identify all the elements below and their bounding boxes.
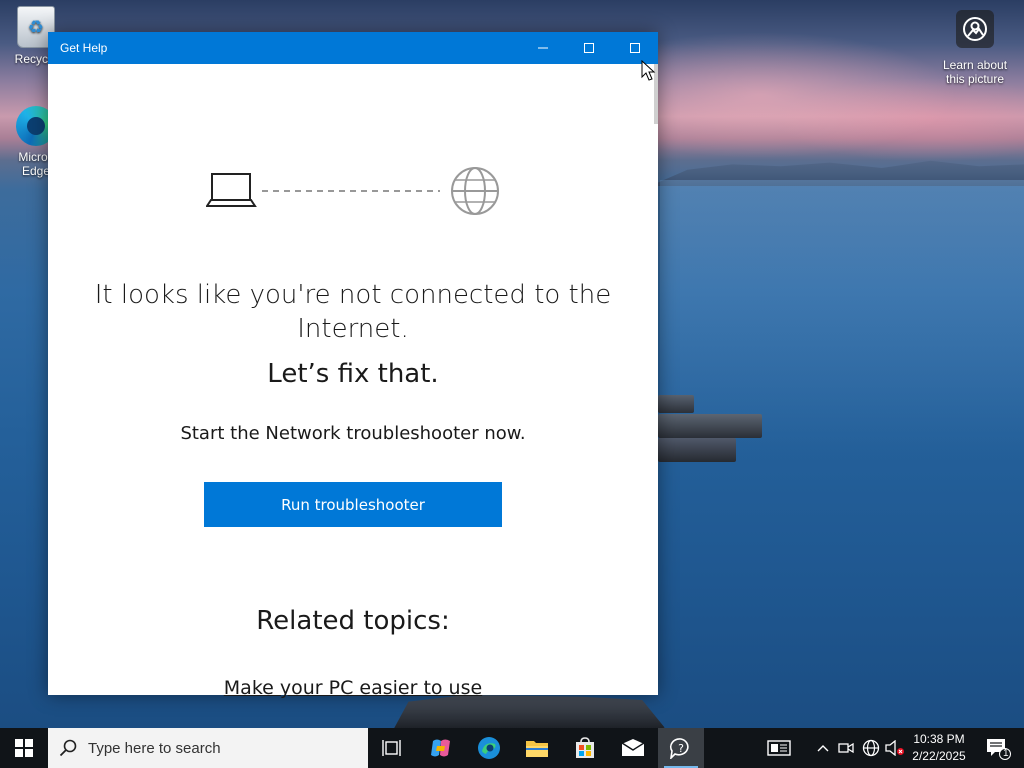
get-help-icon: ?	[669, 738, 689, 759]
connection-illustration	[206, 167, 499, 215]
news-button[interactable]	[760, 728, 798, 768]
page-heading: It looks like you're not connected to th…	[88, 278, 618, 346]
mouse-cursor-icon	[641, 60, 656, 81]
edge-icon	[478, 737, 500, 759]
troubleshooter-prompt: Start the Network troubleshooter now.	[180, 423, 526, 444]
copilot-icon	[431, 739, 450, 757]
laptop-icon	[206, 173, 257, 207]
clock-time: 10:38 PM	[913, 732, 965, 746]
task-view-icon	[382, 740, 401, 756]
taskbar-search-box[interactable]: Type here to search	[48, 728, 368, 768]
page-subheading: Let’s fix that.	[267, 359, 439, 389]
search-placeholder: Type here to search	[88, 739, 221, 757]
svg-text:?: ?	[678, 742, 684, 755]
chevron-up-icon	[817, 745, 829, 752]
search-icon	[48, 739, 88, 757]
related-topics-heading: Related topics:	[256, 606, 450, 636]
heading-line1: It looks like you're not connected to th…	[94, 280, 612, 310]
taskbar-clock[interactable]: 10:38 PM 2/22/2025	[905, 731, 973, 765]
copilot-button[interactable]	[418, 728, 464, 768]
notification-count-badge: 1	[1003, 748, 1009, 759]
learn-label-line2: this picture	[945, 72, 1005, 86]
wallpaper-rock	[658, 395, 694, 413]
related-topic-link[interactable]: Make your PC easier to use	[88, 676, 618, 700]
wallpaper-rock	[658, 414, 762, 438]
mail-button[interactable]	[610, 728, 656, 768]
store-icon	[576, 737, 594, 758]
windows-logo-icon	[15, 739, 33, 757]
edge-taskbar-button[interactable]	[466, 728, 512, 768]
learn-about-picture[interactable]: Learn about this picture	[936, 10, 1014, 86]
maximize-icon	[584, 43, 594, 53]
maximize-button[interactable]	[566, 32, 612, 64]
network-icon	[862, 739, 880, 757]
window-title: Get Help	[60, 41, 108, 55]
task-view-button[interactable]	[368, 728, 414, 768]
camera-icon	[956, 10, 994, 48]
start-button[interactable]	[0, 728, 48, 768]
minimize-icon	[538, 47, 548, 49]
globe-icon	[451, 167, 499, 215]
taskbar: Type here to search ? 10:38 PM 2/22/2025	[0, 728, 1024, 768]
learn-label-line1: Learn about	[942, 58, 1008, 72]
meet-now-icon	[838, 742, 854, 754]
get-help-taskbar-button[interactable]: ?	[658, 728, 704, 768]
volume-muted-icon	[885, 740, 904, 756]
heading-line2: Internet.	[297, 314, 409, 344]
clock-date: 2/22/2025	[912, 749, 966, 763]
action-center-button[interactable]: 1	[978, 728, 1018, 768]
wallpaper-rock	[658, 438, 736, 462]
get-help-window: Get Help It looks like you're not connec…	[48, 32, 658, 699]
show-hidden-icons-button[interactable]	[814, 728, 832, 768]
mail-icon	[621, 739, 645, 756]
maximize-icon	[630, 43, 640, 53]
run-troubleshooter-button[interactable]: Run troubleshooter	[204, 482, 502, 527]
meet-now-button[interactable]	[836, 728, 856, 768]
minimize-button[interactable]	[520, 32, 566, 64]
volume-button[interactable]	[884, 728, 906, 768]
news-icon	[767, 740, 791, 756]
network-status-button[interactable]	[860, 728, 882, 768]
store-button[interactable]	[562, 728, 608, 768]
file-explorer-button[interactable]	[514, 728, 560, 768]
window-titlebar[interactable]: Get Help	[48, 32, 658, 64]
file-explorer-icon	[526, 741, 548, 757]
